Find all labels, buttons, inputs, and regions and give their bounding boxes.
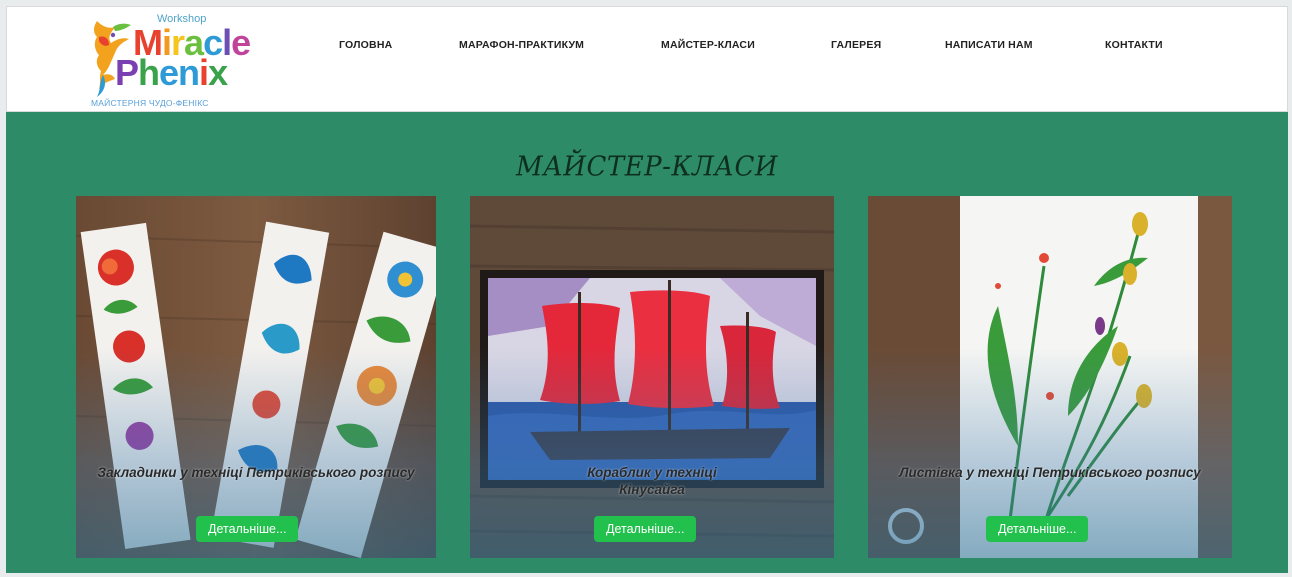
details-button[interactable]: Детальніше... [196, 516, 299, 542]
master-classes-section: МАЙСТЕР-КЛАСИ Закладинки у техніці Петри… [6, 112, 1288, 573]
page: Workshop Miracle Phenix МАЙСТЕРНЯ ЧУДО-Ф… [6, 6, 1288, 573]
logo-word-phenix: Phenix [115, 52, 228, 93]
logo-letter: e [231, 22, 251, 63]
logo-letter: i [199, 52, 209, 93]
nav-item-master-classes[interactable]: МАЙСТЕР-КЛАСИ [661, 39, 755, 51]
nav-item-marathon[interactable]: МАРАФОН-ПРАКТИКУМ [459, 39, 584, 51]
logo-letter: x [208, 52, 228, 93]
card-title: Листівка у техніці Петриківського розпис… [899, 465, 1201, 480]
card-title: Закладинки у техніці Петриківського розп… [97, 465, 415, 480]
logo-letter: e [159, 52, 179, 93]
logo-letter: P [115, 52, 139, 93]
nav-item-contacts[interactable]: КОНТАКТИ [1105, 39, 1163, 51]
logo-subtitle: МАЙСТЕРНЯ ЧУДО-ФЕНІКС [91, 98, 209, 108]
logo-letter: h [138, 52, 160, 93]
nav-item-home[interactable]: ГОЛОВНА [339, 39, 392, 51]
details-button[interactable]: Детальніше... [986, 516, 1089, 542]
card-postcard[interactable]: Листівка у техніці Петриківського розпис… [868, 196, 1232, 558]
card-bookmarks[interactable]: Закладинки у техніці Петриківського розп… [76, 196, 436, 558]
nav-item-write-us[interactable]: НАПИСАТИ НАМ [945, 39, 1033, 51]
card-title: Кораблик у техніці Кінусайга [587, 465, 717, 497]
site-header: Workshop Miracle Phenix МАЙСТЕРНЯ ЧУДО-Ф… [6, 6, 1288, 112]
logo-letter: n [178, 52, 200, 93]
card-ship[interactable]: Кораблик у техніці Кінусайга Детальніше.… [470, 196, 834, 558]
logo[interactable]: Workshop Miracle Phenix МАЙСТЕРНЯ ЧУДО-Ф… [85, 13, 275, 113]
nav-item-gallery[interactable]: ГАЛЕРЕЯ [831, 39, 881, 51]
section-title: МАЙСТЕР-КЛАСИ [515, 151, 779, 183]
details-button[interactable]: Детальніше... [594, 516, 697, 542]
